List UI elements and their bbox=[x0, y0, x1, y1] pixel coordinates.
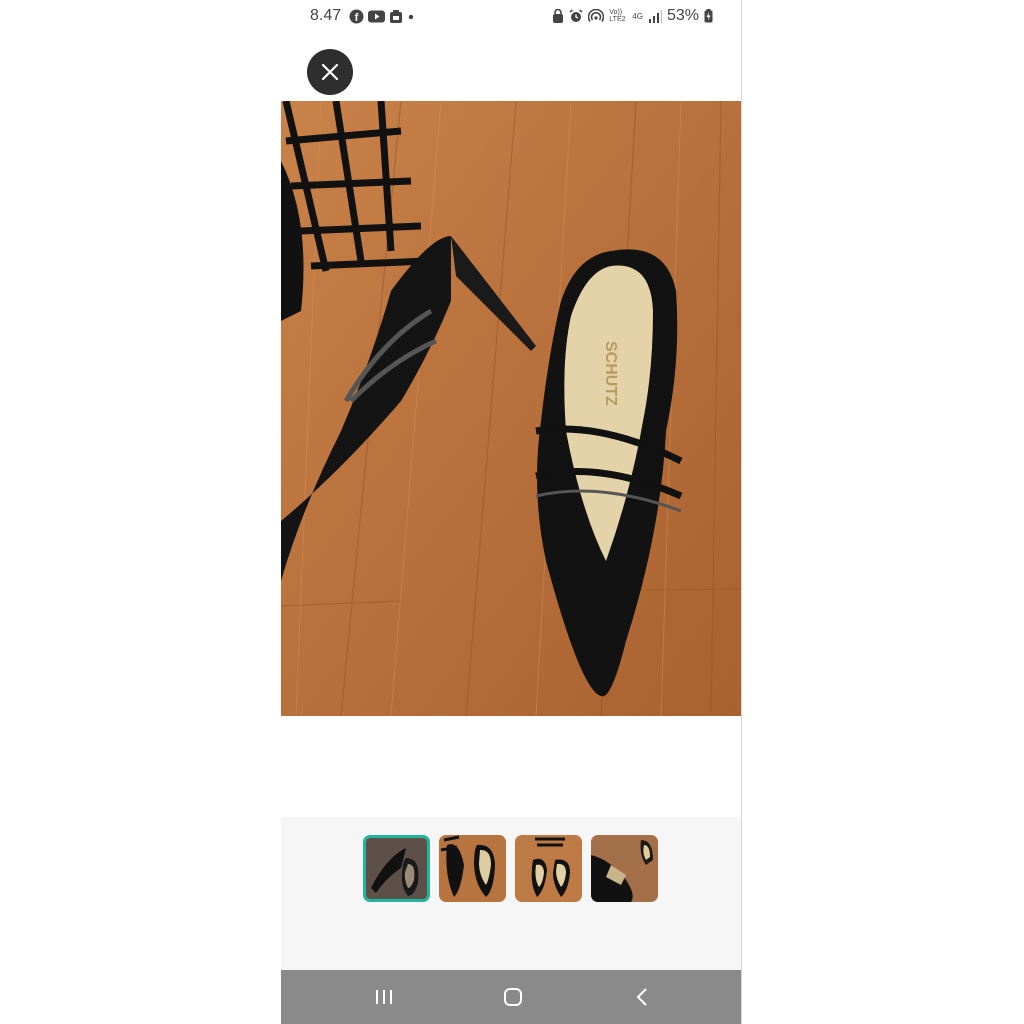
app-notification-icon bbox=[390, 9, 402, 23]
thumbnail-2[interactable] bbox=[439, 835, 506, 902]
thumbnail-4-image bbox=[591, 835, 658, 902]
recent-apps-button[interactable] bbox=[369, 984, 399, 1010]
thumbnail-1-image bbox=[366, 838, 427, 899]
product-photo[interactable]: SCHUTZ bbox=[281, 101, 741, 716]
recent-apps-icon bbox=[376, 990, 392, 1004]
hotspot-icon bbox=[588, 9, 605, 22]
phone-screen: 8.47 f Vo)) LTE2 4G 53% SCHUTZ bbox=[281, 0, 742, 1024]
alarm-icon bbox=[569, 9, 583, 22]
system-navigation-bar bbox=[281, 970, 741, 1024]
notification-icons: f bbox=[349, 9, 415, 24]
thumbnail-strip bbox=[281, 817, 741, 970]
volte-label: Vo)) LTE2 bbox=[609, 9, 626, 23]
status-time: 8.47 bbox=[310, 7, 342, 24]
thumbnail-3-image bbox=[515, 835, 582, 902]
youtube-icon bbox=[368, 10, 385, 23]
thumbnail-3[interactable] bbox=[515, 835, 582, 902]
system-icons: Vo)) LTE2 4G 53% bbox=[552, 7, 713, 25]
home-icon bbox=[504, 988, 522, 1006]
lock-icon bbox=[553, 9, 564, 23]
thumbnail-2-image bbox=[439, 835, 506, 902]
thumbnail-list bbox=[363, 835, 658, 902]
thumbnail-1[interactable] bbox=[363, 835, 430, 902]
svg-text:f: f bbox=[355, 12, 359, 24]
shoe-photo-illustration: SCHUTZ bbox=[281, 101, 741, 716]
thumbnail-4[interactable] bbox=[591, 835, 658, 902]
back-button[interactable] bbox=[627, 984, 657, 1010]
facebook-icon: f bbox=[349, 9, 364, 24]
signal-icon bbox=[648, 9, 662, 23]
battery-charging-icon bbox=[704, 9, 713, 23]
dot-icon bbox=[408, 14, 414, 19]
close-button[interactable] bbox=[307, 49, 353, 95]
home-button[interactable] bbox=[498, 984, 528, 1010]
shoe-brand-logo: SCHUTZ bbox=[602, 341, 619, 406]
close-icon bbox=[321, 63, 339, 81]
battery-percentage: 53% bbox=[666, 7, 699, 24]
status-bar: 8.47 f Vo)) LTE2 4G 53% bbox=[281, 0, 741, 34]
network-label: 4G bbox=[632, 11, 643, 21]
back-icon bbox=[636, 988, 647, 1006]
